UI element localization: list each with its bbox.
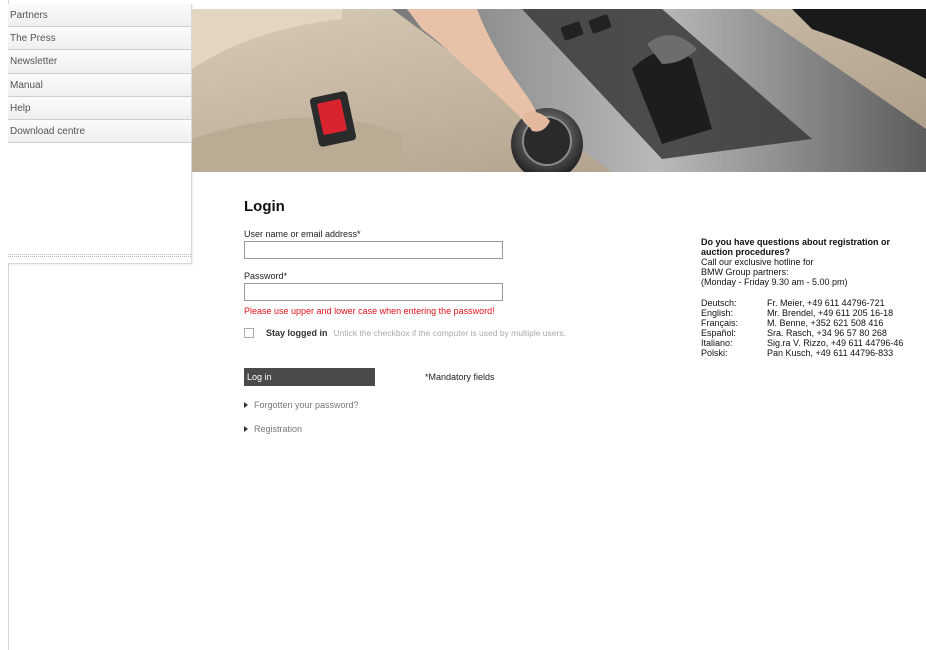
registration-link[interactable]: Registration <box>244 424 684 434</box>
info-heading-line1: Do you have questions about registration… <box>701 237 891 247</box>
username-input[interactable] <box>244 241 503 259</box>
forgot-password-link[interactable]: Forgotten your password? <box>244 400 684 410</box>
hotline-row: Deutsch: Fr. Meier, +49 611 44796-721 <box>701 298 903 308</box>
arrow-right-icon <box>244 402 248 408</box>
stay-logged-in-label[interactable]: Stay logged in <box>266 328 328 338</box>
hotline-table: Deutsch: Fr. Meier, +49 611 44796-721 Eng… <box>701 298 903 358</box>
sidebar-divider <box>8 254 191 257</box>
hero-banner-image <box>192 9 926 172</box>
username-label: User name or email address* <box>244 229 361 239</box>
stay-logged-in-row: Stay logged in Untick the checkbox if th… <box>244 328 684 338</box>
hotline-row: Español: Sra. Rasch, +34 96 57 80 268 <box>701 328 903 338</box>
hotline-lang: English: <box>701 308 734 318</box>
stay-logged-in-checkbox[interactable] <box>244 328 254 338</box>
sidebar-item-help[interactable]: Help <box>8 96 191 120</box>
login-title: Login <box>244 198 285 215</box>
sidebar-item-the-press[interactable]: The Press <box>8 27 191 51</box>
mandatory-note: *Mandatory fields <box>425 372 495 382</box>
hotline-contact: Sig.ra V. Rizzo, +49 611 44796-46 <box>767 338 904 348</box>
hotline-row: English: Mr. Brendel, +49 611 205 16-18 <box>701 308 903 318</box>
hotline-row: Français: M. Benne, +352 621 508 416 <box>701 318 903 328</box>
hotline-lang: Français: <box>701 318 739 328</box>
hotline-contact: M. Benne, +352 621 508 416 <box>767 318 884 328</box>
info-line3: (Monday - Friday 9.30 am - 5.00 pm) <box>701 277 848 287</box>
info-heading-line2: auction procedures? <box>701 247 791 257</box>
sidebar-item-newsletter[interactable]: Newsletter <box>8 50 191 74</box>
info-line1: Call our exclusive hotline for <box>701 257 814 267</box>
sidebar-nav: Partners The Press Newsletter Manual Hel… <box>8 4 192 264</box>
hotline-contact: Sra. Rasch, +34 96 57 80 268 <box>767 328 887 338</box>
forgot-password-text[interactable]: Forgotten your password? <box>254 400 359 410</box>
hotline-row: Italiano: Sig.ra V. Rizzo, +49 611 44796-… <box>701 338 903 348</box>
arrow-right-icon <box>244 426 248 432</box>
sidebar-item-download-centre[interactable]: Download centre <box>8 119 191 144</box>
password-hint: Please use upper and lower case when ent… <box>244 306 495 316</box>
hotline-contact: Mr. Brendel, +49 611 205 16-18 <box>767 308 894 318</box>
login-button[interactable]: Log in <box>244 368 375 386</box>
sidebar-item-partners[interactable]: Partners <box>8 4 191 28</box>
sidebar-item-manual[interactable]: Manual <box>8 73 191 97</box>
hotline-lang: Italiano: <box>701 338 733 348</box>
login-form: Login User name or email address* Passwo… <box>244 198 684 434</box>
hotline-lang: Español: <box>701 328 737 338</box>
password-input[interactable] <box>244 283 503 301</box>
hotline-info: Do you have questions about registration… <box>701 237 926 358</box>
hotline-row: Polski: Pan Kusch, +49 611 44796-833 <box>701 348 903 358</box>
hotline-contact: Pan Kusch, +49 611 44796-833 <box>767 348 894 358</box>
info-line2: BMW Group partners: <box>701 267 789 277</box>
registration-text[interactable]: Registration <box>254 424 302 434</box>
stay-logged-in-help: Untick the checkbox if the computer is u… <box>333 328 566 338</box>
hotline-lang: Deutsch: <box>701 298 737 308</box>
car-interior-illustration <box>192 9 926 172</box>
password-label: Password* <box>244 271 288 281</box>
hotline-lang: Polski: <box>701 348 728 358</box>
hotline-contact: Fr. Meier, +49 611 44796-721 <box>767 298 885 308</box>
login-actions: Log in *Mandatory fields <box>244 368 684 386</box>
